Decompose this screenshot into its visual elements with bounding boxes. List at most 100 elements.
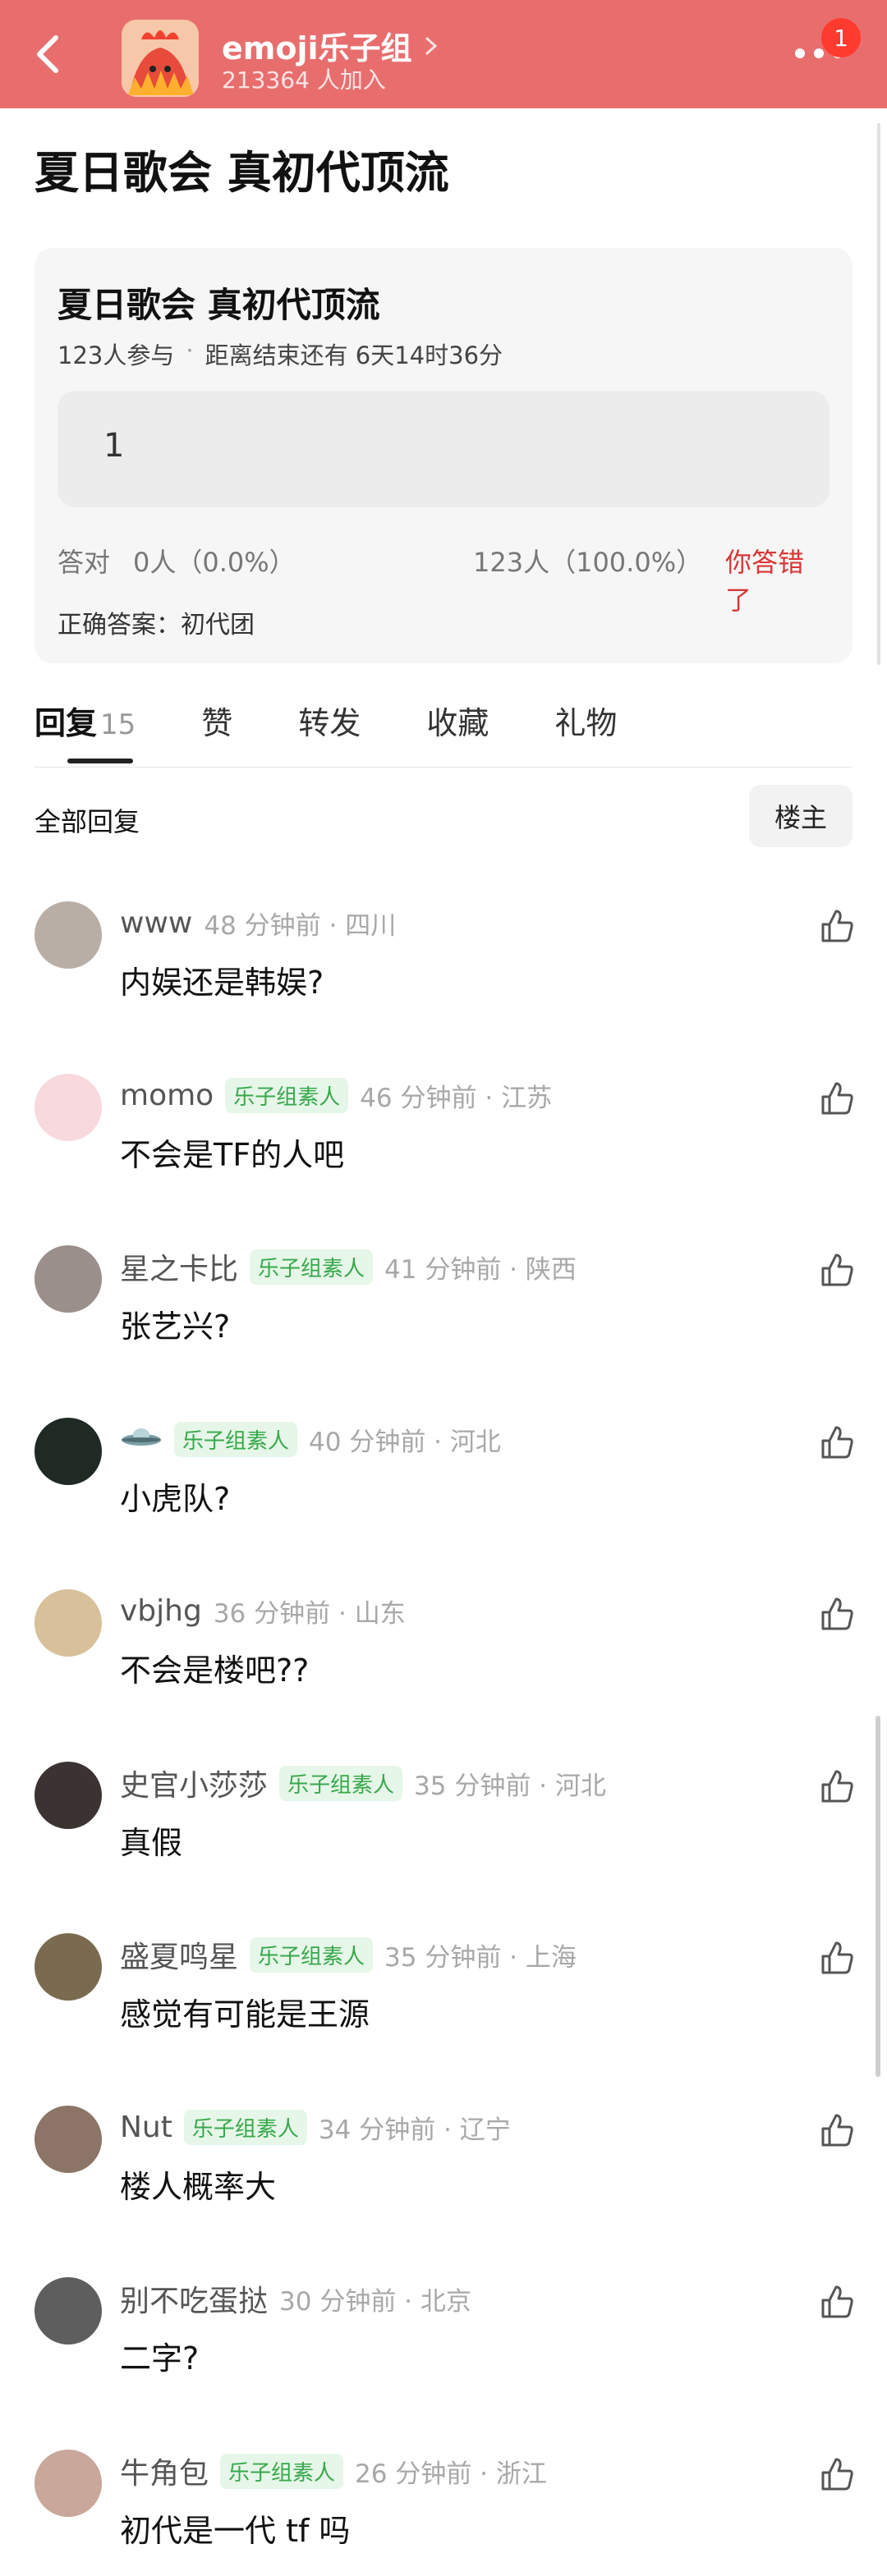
thumbs-up-icon[interactable] <box>816 906 856 946</box>
comment-time-location: 35 分钟前 · 河北 <box>414 1771 606 1801</box>
comment-time-location: 41 分钟前 · 陕西 <box>384 1254 577 1285</box>
scroll-track <box>877 123 880 665</box>
group-name[interactable]: emoji乐子组 <box>222 23 412 68</box>
tab-reposts[interactable]: 转发 <box>298 698 361 743</box>
tab-replies-count: 15 <box>100 708 136 741</box>
avatar[interactable] <box>34 901 102 969</box>
username[interactable]: vbjhg <box>120 1594 202 1628</box>
username[interactable]: Nut <box>120 2111 172 2144</box>
comment-text: 楼人概率大 <box>120 2169 277 2205</box>
all-replies-label: 全部回复 <box>34 806 140 837</box>
comment-time-location: 48 分钟前 · 四川 <box>204 910 397 941</box>
correct-value: 0人（0.0%） <box>133 547 296 578</box>
group-avatar[interactable] <box>122 20 199 97</box>
username[interactable]: 盛夏鸣星 <box>120 1933 238 1976</box>
avatar[interactable] <box>34 1589 102 1657</box>
avatar[interactable] <box>34 1933 102 2001</box>
username[interactable]: www <box>120 906 192 940</box>
avatar[interactable] <box>34 2450 102 2517</box>
thumbs-up-icon[interactable] <box>816 1938 856 1978</box>
comment-header: 乐子组素人 40 分钟前 · 河北 <box>120 1421 501 1457</box>
ufo-icon[interactable] <box>120 1425 163 1453</box>
comment-text: 内娱还是韩娱? <box>120 965 324 1001</box>
quiz-title: 夏日歌会 真初代顶流 <box>57 285 380 325</box>
tab-replies-label: 回复 <box>34 705 98 741</box>
comment-text: 不会是TF的人吧 <box>120 1137 345 1173</box>
chevron-right-icon <box>425 37 437 54</box>
tab-gifts[interactable]: 礼物 <box>554 698 617 743</box>
notification-badge[interactable]: 1 <box>821 18 861 57</box>
comment-text: 真假 <box>120 1825 183 1861</box>
comment-item[interactable]: momo 乐子组素人 46 分钟前 · 江苏 不会是TF的人吧 <box>0 1074 887 1238</box>
comment-time-location: 40 分钟前 · 河北 <box>309 1427 501 1457</box>
avatar[interactable] <box>34 2277 102 2345</box>
comment-time-location: 46 分钟前 · 江苏 <box>360 1083 553 1113</box>
back-icon[interactable] <box>25 30 74 79</box>
comment-time-location: 36 分钟前 · 山东 <box>213 1598 406 1629</box>
comment-item[interactable]: 牛角包 乐子组素人 26 分钟前 · 浙江 初代是一代 tf 吗 <box>0 2450 887 2576</box>
comment-item[interactable]: 星之卡比 乐子组素人 41 分钟前 · 陕西 张艺兴? <box>0 1245 887 1409</box>
comment-time-location: 26 分钟前 · 浙江 <box>355 2459 547 2489</box>
participant-count: 123人参与 <box>57 341 175 369</box>
post-title: 夏日歌会 真初代顶流 <box>34 147 449 199</box>
comment-header: 盛夏鸣星 乐子组素人 35 分钟前 · 上海 <box>120 1937 577 1974</box>
quiz-meta: 123人参与 · 距离结束还有 6天14时36分 <box>57 337 503 371</box>
group-name-row[interactable]: emoji乐子组 <box>222 23 440 68</box>
comment-header: Nut 乐子组素人 34 分钟前 · 辽宁 <box>120 2109 511 2145</box>
wrong-value: 123人（100.0%） <box>473 547 703 578</box>
comment-item[interactable]: 盛夏鸣星 乐子组素人 35 分钟前 · 上海 感觉有可能是王源 <box>0 1933 887 2097</box>
username[interactable]: 星之卡比 <box>120 1245 238 1288</box>
thumbs-up-icon[interactable] <box>816 1767 856 1806</box>
thumbs-up-icon[interactable] <box>816 1423 856 1462</box>
thumbs-up-icon[interactable] <box>816 1250 856 1290</box>
owner-only-button[interactable]: 楼主 <box>749 785 853 847</box>
avatar[interactable] <box>34 1762 102 1829</box>
comment-item[interactable]: 别不吃蛋挞 30 分钟前 · 北京二字? <box>0 2277 887 2441</box>
correct-answer: 正确答案：初代团 <box>57 611 255 639</box>
comment-header: 牛角包 乐子组素人 26 分钟前 · 浙江 <box>120 2450 547 2492</box>
avatar[interactable] <box>34 1245 102 1313</box>
username[interactable]: momo <box>120 1079 214 1112</box>
thumbs-up-icon[interactable] <box>816 2282 856 2322</box>
comment-time-location: 30 分钟前 · 北京 <box>279 2286 471 2317</box>
member-badge: 乐子组素人 <box>174 1421 298 1457</box>
comment-text: 感觉有可能是王源 <box>120 1996 370 2033</box>
username[interactable]: 牛角包 <box>120 2450 209 2492</box>
quiz-option-text: 1 <box>103 427 125 465</box>
comment-header: 别不吃蛋挞 30 分钟前 · 北京 <box>120 2277 471 2320</box>
comment-item[interactable]: 乐子组素人 40 分钟前 · 河北 小虎队? <box>0 1418 887 1582</box>
avatar[interactable] <box>34 1074 102 1141</box>
thumbs-up-icon[interactable] <box>816 2111 856 2150</box>
username[interactable]: 史官小莎莎 <box>120 1762 268 1804</box>
comment-text: 二字? <box>120 2340 200 2377</box>
avatar[interactable] <box>34 2106 102 2173</box>
thumbs-up-icon[interactable] <box>816 2455 856 2494</box>
member-badge: 乐子组素人 <box>279 1765 403 1801</box>
comment-time-location: 34 分钟前 · 辽宁 <box>318 2115 511 2145</box>
thumbs-up-icon[interactable] <box>816 1079 856 1118</box>
divider <box>34 767 853 768</box>
thumbs-up-icon[interactable] <box>816 1594 856 1634</box>
tab-likes[interactable]: 赞 <box>201 698 232 743</box>
avatar[interactable] <box>34 1418 102 1485</box>
tab-favorites[interactable]: 收藏 <box>426 698 489 743</box>
member-badge: 乐子组素人 <box>220 2453 344 2489</box>
quiz-card: 夏日歌会 真初代顶流 123人参与 · 距离结束还有 6天14时36分 1 答对… <box>34 248 853 663</box>
username[interactable]: 别不吃蛋挞 <box>120 2277 268 2320</box>
tab-replies[interactable]: 回复 15 <box>34 698 136 743</box>
comment-item[interactable]: 史官小莎莎 乐子组素人 35 分钟前 · 河北真假 <box>0 1762 887 1926</box>
comment-item[interactable]: www 48 分钟前 · 四川内娱还是韩娱? <box>0 901 887 1066</box>
comment-item[interactable]: Nut 乐子组素人 34 分钟前 · 辽宁 楼人概率大 <box>0 2106 887 2270</box>
comment-header: www 48 分钟前 · 四川 <box>120 905 396 941</box>
member-badge: 乐子组素人 <box>250 1937 374 1973</box>
scrollbar[interactable] <box>876 1716 880 2077</box>
comment-text: 张艺兴? <box>120 1309 231 1345</box>
comment-header: 星之卡比 乐子组素人 41 分钟前 · 陕西 <box>120 1249 577 1286</box>
member-count: 213364 人加入 <box>222 66 386 94</box>
tab-active-indicator <box>67 759 133 763</box>
correct-label: 答对 <box>57 547 111 578</box>
quiz-deadline: 距离结束还有 6天14时36分 <box>205 341 503 369</box>
comment-item[interactable]: vbjhg 36 分钟前 · 山东 不会是楼吧?? <box>0 1589 887 1753</box>
quiz-option[interactable]: 1 <box>57 391 830 507</box>
comment-header: momo 乐子组素人 46 分钟前 · 江苏 <box>120 1077 552 1113</box>
